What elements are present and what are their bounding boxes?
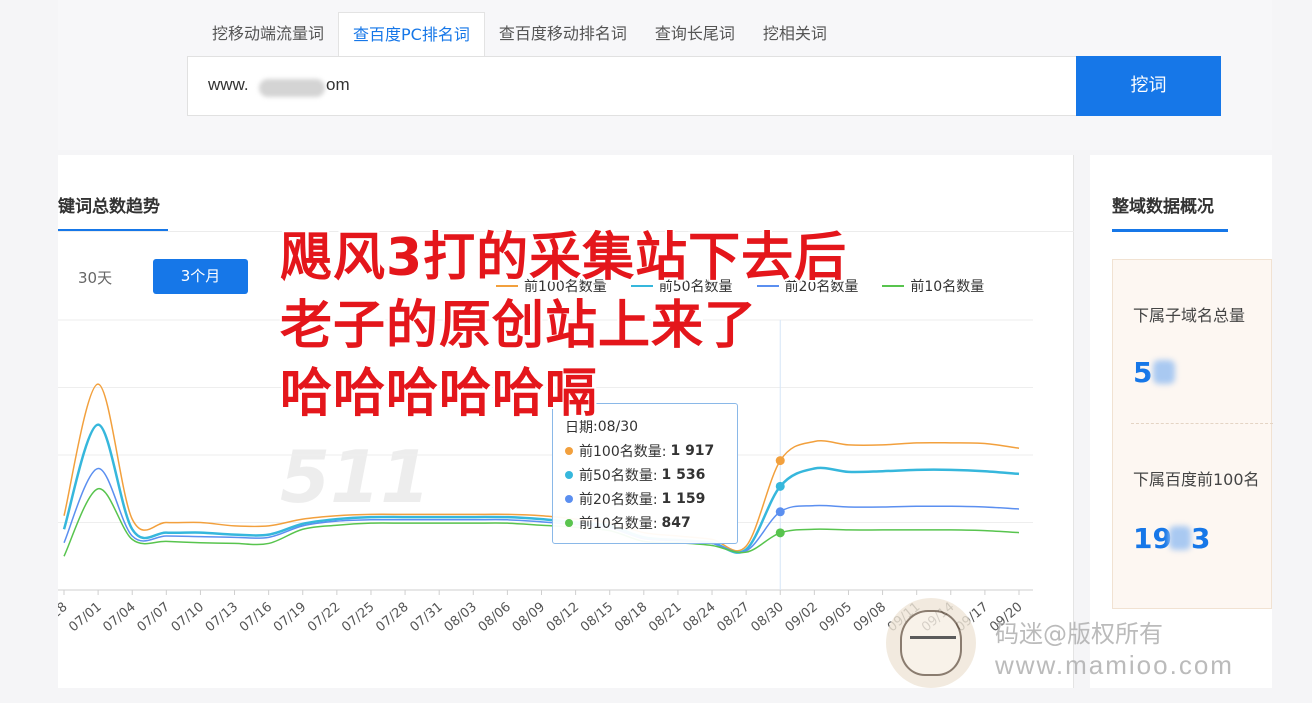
tab-long-tail-words[interactable]: 查询长尾词 [641,12,749,58]
tooltip-row-top10: 前10名数量: 847 [565,511,725,535]
x-tick-label: 07/04 [100,600,138,636]
tooltip-dot-top100 [565,447,573,455]
x-tick-label: 09/02 [783,600,821,636]
x-tick-label: 07/13 [203,600,241,636]
tooltip-row-top100: 前100名数量: 1 917 [565,439,725,463]
x-tick-label: 09/08 [851,600,889,636]
x-tick-label: 08/12 [544,600,582,636]
redacted-domain-mask [259,79,325,97]
legend-label-top10: 前10名数量 [910,279,985,295]
range-30-days-button[interactable]: 30天 [78,267,112,288]
dig-words-button[interactable]: 挖词 [1076,56,1221,116]
x-tick-label: 08/18 [612,600,650,636]
x-tick-label: 09/05 [817,600,855,636]
tooltip-value-top10: 847 [661,515,691,531]
x-tick-label: 07/16 [237,600,275,636]
tooltip-dot-top50 [565,471,573,479]
watermark-url: www.mamioo.com [995,650,1234,680]
legend-line-top10 [882,285,905,287]
tooltip-dot-top10 [565,519,573,527]
overlay-caption-line1: 飓风3打的采集站下去后 [280,228,848,288]
series-line-top50 [62,423,1020,554]
tab-related-words[interactable]: 挖相关词 [749,12,841,58]
hover-point-top20 [775,507,785,517]
tooltip-label-top50: 前50名数量: [579,468,658,484]
x-tick-label: 08/09 [510,600,548,636]
hover-point-top100 [775,456,785,466]
series-line-top20 [63,467,1020,553]
watermark-face [900,610,962,676]
watermark-glasses [910,636,956,648]
tooltip-dot-top20 [565,495,573,503]
x-tick-label: 07/22 [305,600,343,636]
redacted-value-mask-2 [1169,526,1191,550]
tooltip-value-top20: 1 159 [661,491,706,507]
overlay-caption-line2: 老子的原创站上来了 [280,296,758,356]
hover-point-top10 [775,528,785,538]
tab-mobile-traffic-words[interactable]: 挖移动端流量词 [198,12,338,58]
watermark-avatar-icon [886,598,976,688]
summary-title-underline [1112,229,1228,232]
search-panel: 挖移动端流量词 查百度PC排名词 查百度移动排名词 查询长尾词 挖相关词 www… [58,0,1272,150]
tooltip-label-top20: 前20名数量: [579,492,658,508]
tooltip-value-top50: 1 536 [661,467,706,483]
x-tick-label: 07/07 [135,600,173,636]
domain-input-suffix: om [326,75,350,94]
x-tick-label: 07/28 [373,600,411,636]
hover-point-top50 [775,481,785,491]
x-tick-label: 07/25 [339,600,377,636]
tooltip-label-top100: 前100名数量: [579,444,667,460]
x-tick-label: 07/19 [271,600,309,636]
legend-top10[interactable]: 前10名数量 [882,276,984,296]
tooltip-row-top50: 前50名数量: 1 536 [565,463,725,487]
x-tick-label: 08/15 [578,600,616,636]
tooltip-value-top100: 1 917 [670,443,715,459]
domain-summary-card: 整域数据概况 下属子域名总量 5 下属百度前100名 19 3 [1090,155,1273,688]
redacted-value-mask [1153,360,1175,384]
x-tick-label: 07/31 [407,600,445,636]
subdomain-total-value: 5 [1133,356,1153,389]
range-3-months-button[interactable]: 3个月 [153,259,248,294]
summary-card-title: 整域数据概况 [1112,197,1214,217]
summary-stats-box: 下属子域名总量 5 下属百度前100名 19 3 [1112,259,1273,609]
tooltip-label-top10: 前10名数量: [579,516,658,532]
x-tick-label: 07/10 [169,600,207,636]
x-tick-label: 08/30 [748,600,786,636]
chart-tooltip: 日期: 08/30 前100名数量: 1 917 前50名数量: 1 536 前20… [552,403,738,544]
search-tabs: 挖移动端流量词 查百度PC排名词 查百度移动排名词 查询长尾词 挖相关词 [198,12,841,58]
x-tick-label: 08/21 [646,600,684,636]
x-tick-label: 07/01 [66,600,104,636]
x-tick-label: 08/06 [476,600,514,636]
tab-baidu-mobile-ranking[interactable]: 查百度移动排名词 [485,12,641,58]
x-tick-label: 08/03 [442,600,480,636]
baidu-top100-value: 19 [1133,522,1172,555]
baidu-top100-label: 下属百度前100名 [1133,470,1260,489]
summary-divider [1131,423,1273,424]
domain-search-field[interactable]: www. om [187,56,1077,116]
tooltip-date: 08/30 [597,419,639,435]
x-tick-label: 06/28 [58,600,71,636]
overlay-caption-line3: 哈哈哈哈哈嗝 [280,364,599,424]
baidu-top100-value-tail: 3 [1191,522,1211,555]
subdomain-total-label: 下属子域名总量 [1133,306,1246,325]
tab-baidu-pc-ranking[interactable]: 查百度PC排名词 [338,12,485,58]
x-tick-label: 08/27 [714,600,752,636]
watermark-copyright: 码迷@版权所有 [995,620,1163,648]
trend-card-title: 键词总数趋势 [58,197,160,217]
x-tick-label: 08/24 [680,600,718,636]
tooltip-row-top20: 前20名数量: 1 159 [565,487,725,511]
